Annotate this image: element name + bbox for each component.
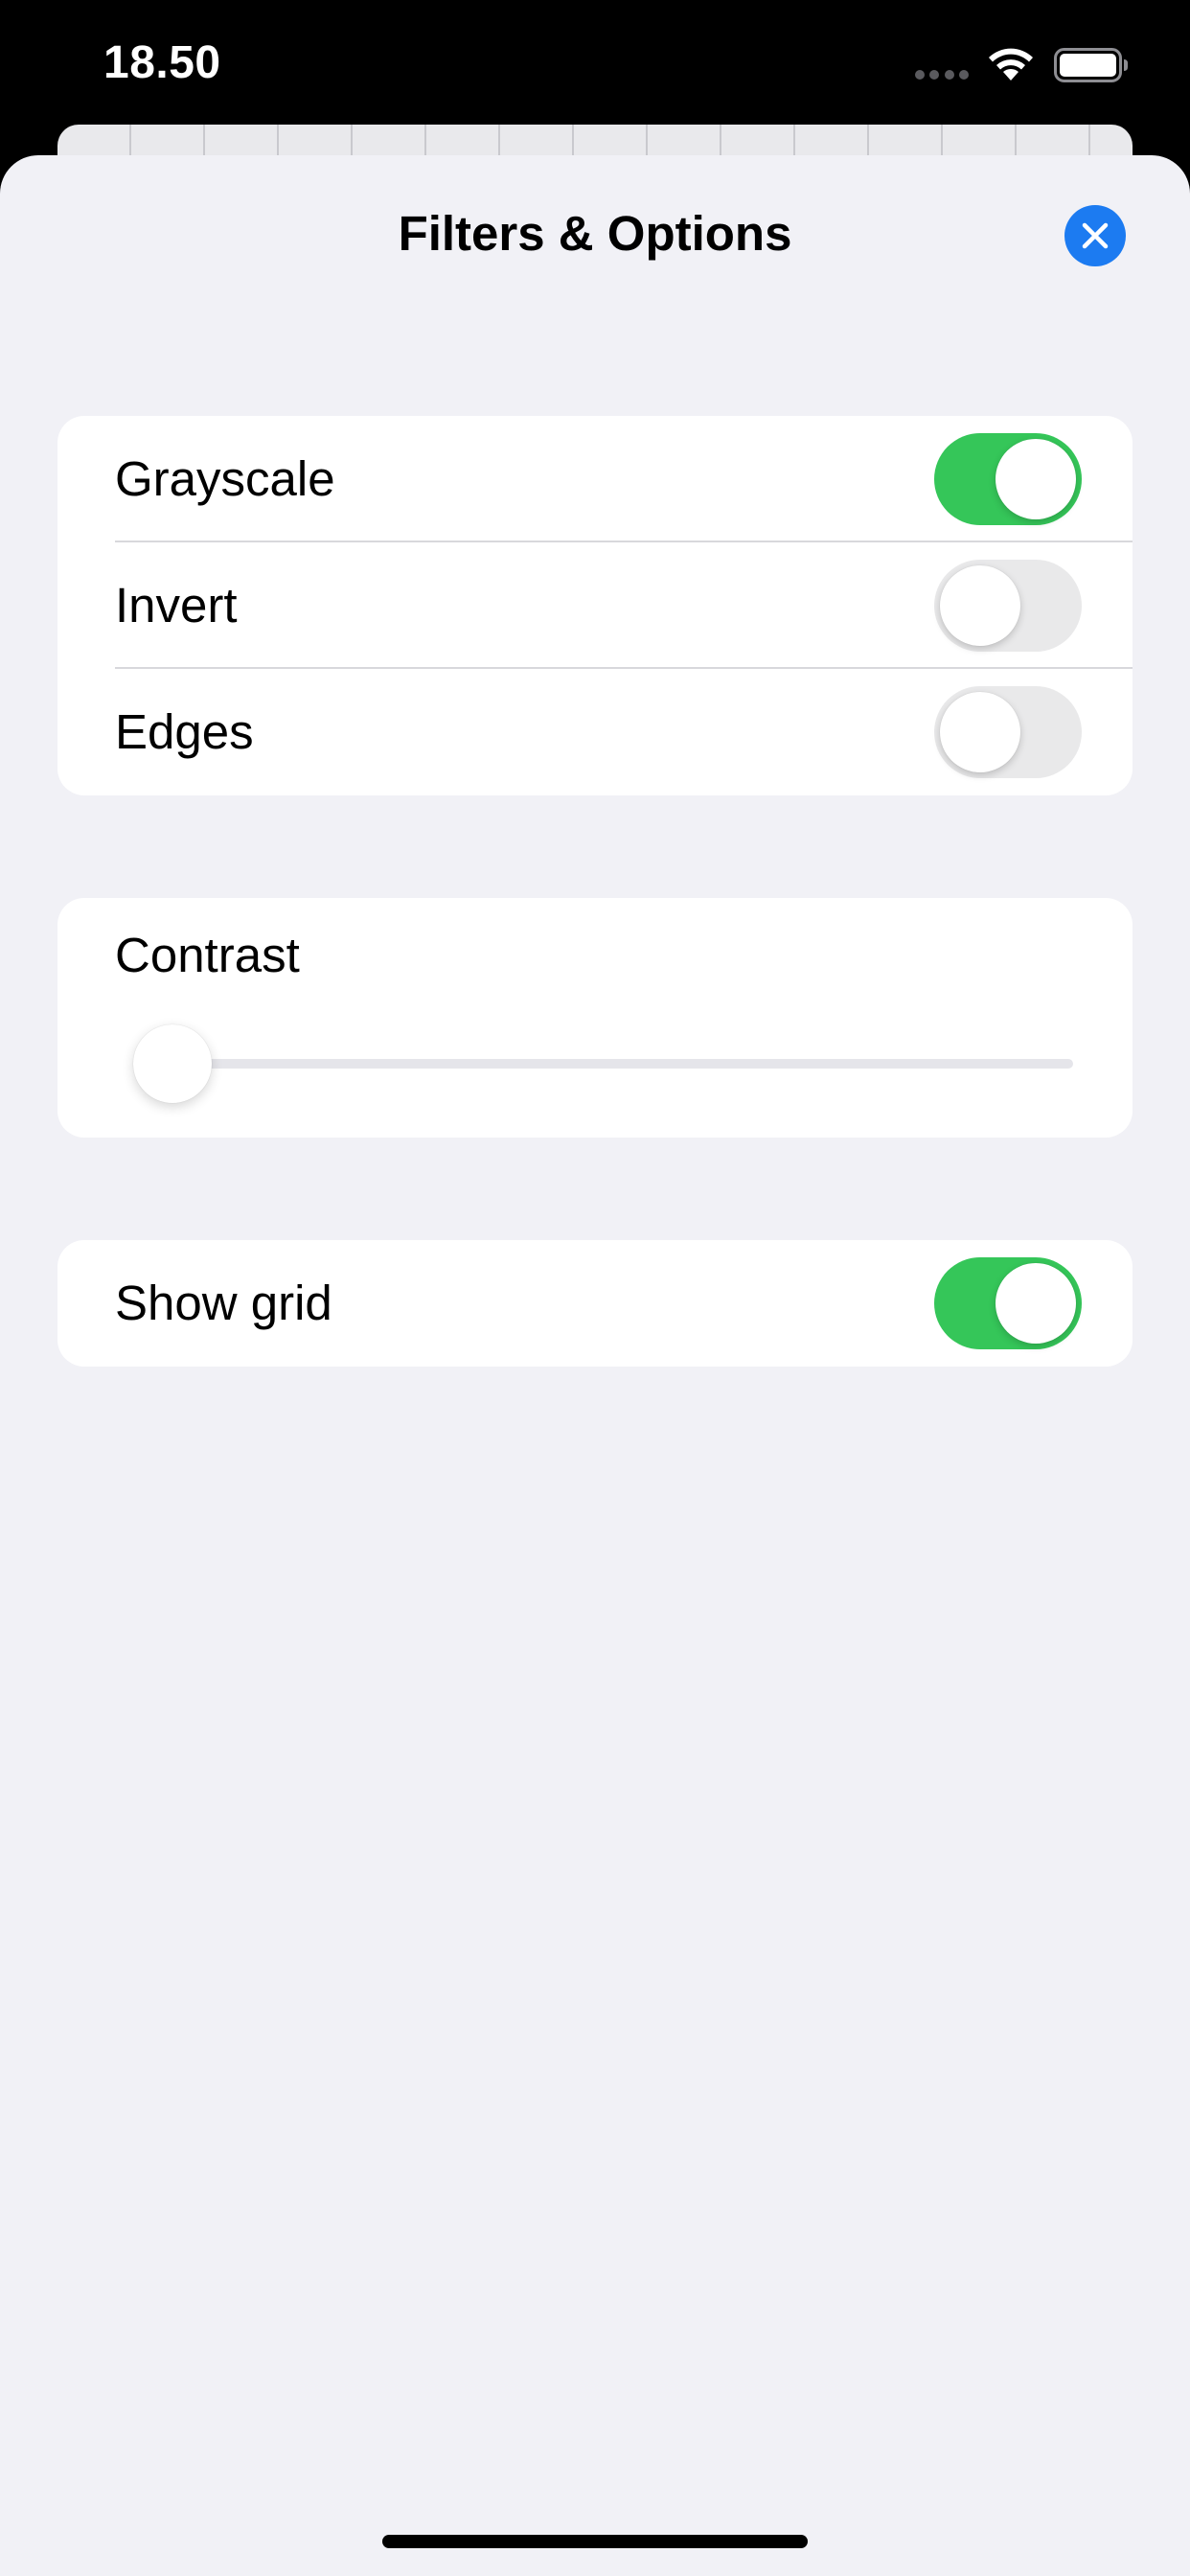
grayscale-row: Grayscale	[57, 416, 1133, 542]
filters-group: Grayscale Invert Edges	[57, 416, 1133, 795]
screen: 18.50 Filters & Options Grayscale Invert…	[0, 0, 1190, 2576]
close-button[interactable]	[1064, 205, 1126, 266]
invert-toggle[interactable]	[934, 560, 1082, 652]
contrast-label: Contrast	[115, 928, 300, 982]
show-grid-label: Show grid	[115, 1276, 332, 1330]
show-grid-toggle[interactable]	[934, 1257, 1082, 1349]
show-grid-row: Show grid	[57, 1240, 1133, 1367]
battery-icon	[1054, 48, 1128, 82]
contrast-slider-track[interactable]	[153, 1059, 1073, 1069]
toggle-knob	[995, 1263, 1076, 1344]
edges-toggle[interactable]	[934, 686, 1082, 778]
edges-row: Edges	[57, 669, 1133, 795]
edges-label: Edges	[115, 704, 254, 759]
toggle-knob	[940, 565, 1020, 646]
contrast-slider-thumb[interactable]	[133, 1024, 212, 1103]
status-bar: 18.50	[0, 0, 1190, 134]
home-indicator	[382, 2535, 808, 2548]
wifi-icon	[989, 48, 1033, 80]
invert-label: Invert	[115, 578, 238, 632]
signal-dots-icon	[915, 70, 969, 80]
sheet-title: Filters & Options	[398, 206, 792, 261]
filters-options-sheet: Filters & Options Grayscale Invert Edges	[0, 155, 1190, 2576]
invert-row: Invert	[57, 542, 1133, 669]
close-icon	[1082, 222, 1109, 249]
display-group: Show grid	[57, 1240, 1133, 1367]
grayscale-label: Grayscale	[115, 451, 335, 506]
contrast-group: Contrast	[57, 898, 1133, 1138]
toggle-knob	[940, 692, 1020, 772]
toggle-knob	[995, 439, 1076, 519]
grayscale-toggle[interactable]	[934, 433, 1082, 525]
status-time: 18.50	[103, 37, 221, 88]
